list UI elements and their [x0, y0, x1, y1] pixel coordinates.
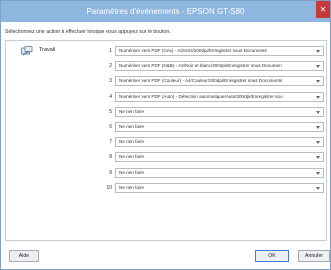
chevron-down-icon	[316, 50, 320, 53]
scanner-job-icon	[21, 46, 33, 56]
row-number: 3	[109, 78, 112, 84]
row-number: 7	[109, 139, 112, 145]
job-label: Travail	[39, 47, 56, 53]
action-select[interactable]: Numériser vers PDF (N&B) - A4/Noir et bl…	[115, 61, 324, 71]
row-number: 4	[109, 94, 112, 100]
title-bar: Paramètres d'événements - EPSON GT-S80 ✕	[1, 1, 330, 22]
action-select-value: Ne rien faire	[119, 139, 145, 144]
chevron-down-icon	[316, 172, 320, 175]
row-number: 2	[109, 63, 112, 69]
close-button[interactable]: ✕	[316, 1, 330, 18]
ok-button[interactable]: OK	[255, 250, 289, 262]
action-select-value: Ne rien faire	[119, 170, 145, 175]
action-select-value: Numériser vers PDF (Couleur) - A4/Couleu…	[119, 78, 283, 83]
chevron-down-icon	[316, 111, 320, 114]
action-select[interactable]: Numériser vers PDF (Couleur) - A4/Couleu…	[115, 76, 324, 86]
action-select[interactable]: Numériser vers PDF (Gris) - A4/Gris/200d…	[115, 46, 324, 56]
action-select-value: Numériser vers PDF (N&B) - A4/Noir et bl…	[119, 63, 282, 68]
action-select[interactable]: Ne rien faire	[115, 168, 324, 178]
chevron-down-icon	[316, 187, 320, 190]
row-number: 6	[109, 124, 112, 130]
action-select[interactable]: Ne rien faire	[115, 152, 324, 162]
cancel-button[interactable]: Annuler	[298, 250, 330, 262]
action-select-value: Ne rien faire	[119, 124, 145, 129]
instruction-text: Sélectionnez une action à effectuer lors…	[5, 29, 171, 35]
action-select[interactable]: Ne rien faire	[115, 122, 324, 132]
action-select[interactable]: Ne rien faire	[115, 107, 324, 117]
window-title: Paramètres d'événements - EPSON GT-S80	[86, 7, 245, 16]
event-settings-dialog: Paramètres d'événements - EPSON GT-S80 ✕…	[0, 0, 331, 270]
row-number: 1	[109, 48, 112, 54]
chevron-down-icon	[316, 126, 320, 129]
row-number: 5	[109, 109, 112, 115]
chevron-down-icon	[316, 80, 320, 83]
action-select-value: Numériser vers PDF (Gris) - A4/Gris/200d…	[119, 48, 267, 53]
action-select[interactable]: Ne rien faire	[115, 183, 324, 193]
help-button[interactable]: Aide	[9, 250, 39, 262]
chevron-down-icon	[316, 96, 320, 99]
action-select-value: Ne rien faire	[119, 185, 145, 190]
row-number: 10	[106, 185, 112, 191]
action-select-value: Ne rien faire	[119, 109, 145, 114]
action-select-value: Ne rien faire	[119, 154, 145, 159]
chevron-down-icon	[316, 65, 320, 68]
action-select[interactable]: Ne rien faire	[115, 137, 324, 147]
row-number: 8	[109, 154, 112, 160]
row-number: 9	[109, 170, 112, 176]
close-icon: ✕	[319, 5, 327, 14]
chevron-down-icon	[316, 141, 320, 144]
action-select-value: Numériser vers PDF (Auto) - Détection au…	[119, 94, 283, 99]
chevron-down-icon	[316, 156, 320, 159]
action-select[interactable]: Numériser vers PDF (Auto) - Détection au…	[115, 92, 324, 102]
